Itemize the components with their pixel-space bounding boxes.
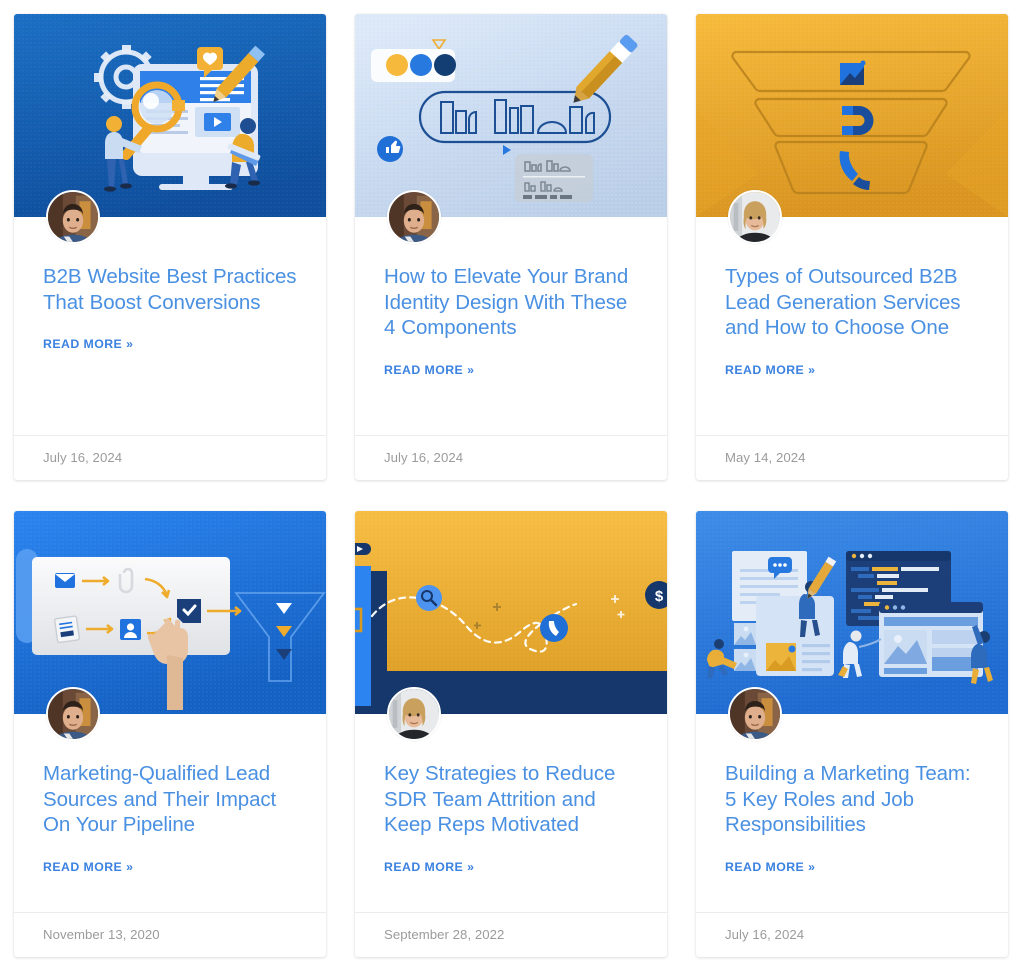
sales-funnel-illustration (696, 14, 1008, 217)
post-thumbnail[interactable] (14, 14, 326, 217)
blonde-woman-avatar (389, 689, 439, 739)
lead-workflow-funnel-illustration (14, 511, 326, 714)
read-more-link[interactable]: READ MORE » (384, 860, 474, 874)
svg-text:$: $ (655, 588, 664, 605)
post-body: B2B Website Best Practices That Boost Co… (14, 217, 326, 435)
post-body: Marketing-Qualified Lead Sources and The… (14, 714, 326, 912)
post-card[interactable]: Types of Outsourced B2B Lead Generation … (696, 14, 1008, 480)
read-more-label: READ MORE (725, 362, 805, 377)
author-avatar (387, 687, 441, 741)
man-in-plaid-shirt-avatar (389, 192, 439, 242)
post-date: July 16, 2024 (355, 435, 667, 480)
post-title[interactable]: B2B Website Best Practices That Boost Co… (43, 264, 298, 315)
read-more-link[interactable]: READ MORE » (725, 860, 815, 874)
read-more-label: READ MORE (725, 859, 805, 874)
post-thumbnail[interactable] (696, 511, 1008, 714)
post-card[interactable]: B2B Website Best Practices That Boost Co… (14, 14, 326, 480)
read-more-link[interactable]: READ MORE » (725, 363, 815, 377)
author-avatar (728, 687, 782, 741)
read-more-link[interactable]: READ MORE » (43, 337, 133, 351)
read-more-label: READ MORE (43, 859, 123, 874)
author-avatar (46, 687, 100, 741)
chevron-right-icon: » (126, 337, 133, 352)
post-date: May 14, 2024 (696, 435, 1008, 480)
chevron-right-icon: » (808, 362, 815, 377)
read-more-link[interactable]: READ MORE » (384, 363, 474, 377)
read-more-label: READ MORE (43, 337, 123, 352)
post-title[interactable]: Key Strategies to Reduce SDR Team Attrit… (384, 761, 639, 838)
brand-identity-palette-illustration (355, 14, 667, 217)
post-card[interactable]: $ Key Strategies to Reduce SDR Team Attr… (355, 511, 667, 957)
chevron-right-icon: » (467, 859, 474, 874)
read-more-link[interactable]: READ MORE » (43, 860, 133, 874)
post-thumbnail[interactable] (14, 511, 326, 714)
post-date: July 16, 2024 (14, 435, 326, 480)
website-analysis-illustration (14, 14, 326, 217)
post-thumbnail[interactable]: $ (355, 511, 667, 714)
post-date: November 13, 2020 (14, 912, 326, 957)
post-body: Building a Marketing Team: 5 Key Roles a… (696, 714, 1008, 912)
chevron-right-icon: » (126, 859, 133, 874)
author-avatar (728, 190, 782, 244)
chevron-right-icon: » (467, 362, 474, 377)
post-title[interactable]: How to Elevate Your Brand Identity Desig… (384, 264, 639, 341)
author-avatar (387, 190, 441, 244)
read-more-label: READ MORE (384, 859, 464, 874)
post-thumbnail[interactable] (355, 14, 667, 217)
blonde-woman-avatar (730, 192, 780, 242)
author-avatar (46, 190, 100, 244)
post-body: How to Elevate Your Brand Identity Desig… (355, 217, 667, 435)
sdr-journey-path-illustration: $ (355, 511, 667, 714)
chevron-right-icon: » (808, 859, 815, 874)
marketing-team-workspace-illustration (696, 511, 1008, 714)
man-in-plaid-shirt-avatar (48, 192, 98, 242)
post-date: July 16, 2024 (696, 912, 1008, 957)
post-date: September 28, 2022 (355, 912, 667, 957)
post-title[interactable]: Types of Outsourced B2B Lead Generation … (725, 264, 980, 341)
man-in-plaid-shirt-avatar (48, 689, 98, 739)
post-body: Types of Outsourced B2B Lead Generation … (696, 217, 1008, 435)
post-card[interactable]: Building a Marketing Team: 5 Key Roles a… (696, 511, 1008, 957)
read-more-label: READ MORE (384, 362, 464, 377)
post-body: Key Strategies to Reduce SDR Team Attrit… (355, 714, 667, 912)
post-card-grid: B2B Website Best Practices That Boost Co… (0, 0, 1024, 970)
post-title[interactable]: Building a Marketing Team: 5 Key Roles a… (725, 761, 980, 838)
post-card[interactable]: How to Elevate Your Brand Identity Desig… (355, 14, 667, 480)
post-card[interactable]: Marketing-Qualified Lead Sources and The… (14, 511, 326, 957)
post-title[interactable]: Marketing-Qualified Lead Sources and The… (43, 761, 298, 838)
man-in-plaid-shirt-avatar (730, 689, 780, 739)
post-thumbnail[interactable] (696, 14, 1008, 217)
